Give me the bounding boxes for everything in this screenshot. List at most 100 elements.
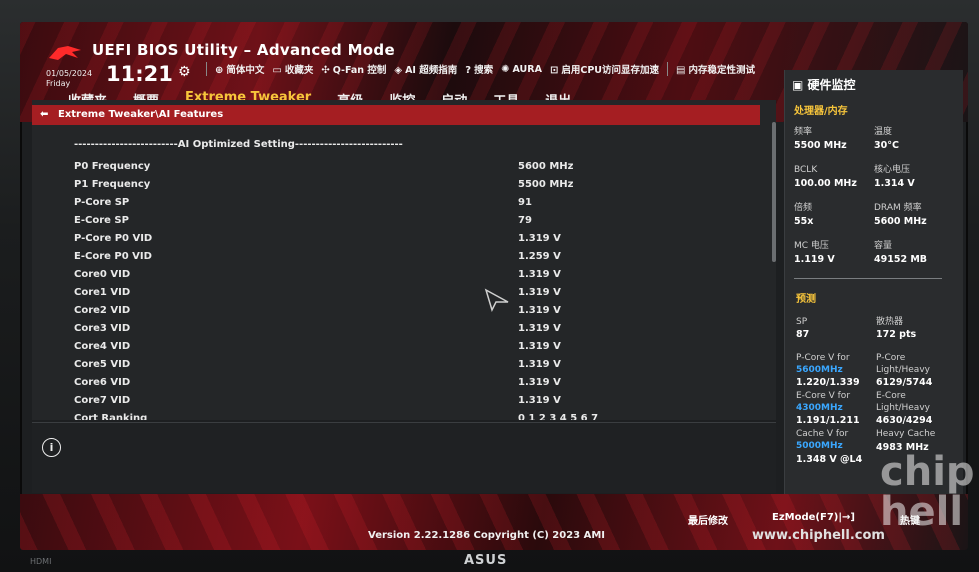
capacity-label: 容量 — [874, 241, 893, 251]
toolbar-label: AI 超频指南 — [405, 65, 458, 76]
toolbar-item-search[interactable]: ? 搜索 — [465, 62, 493, 76]
version-text: Version 2.22.1286 Copyright (C) 2023 AMI — [368, 530, 606, 541]
fan-icon: ✣ — [321, 65, 330, 76]
gear-icon[interactable]: ⚙ — [178, 64, 191, 80]
hwmon-title: ▣ 硬件监控 — [792, 76, 856, 93]
setting-row[interactable]: Core0 VID 1.319 V — [74, 266, 754, 284]
hwmon-divider — [794, 278, 942, 279]
section-header: -------------------------AI Optimized Se… — [74, 139, 403, 150]
setting-value: 1.319 V — [518, 287, 561, 298]
setting-label: Core2 VID — [74, 305, 131, 316]
bclk-value: 100.00 MHz — [794, 178, 857, 189]
setting-row[interactable]: Core6 VID 1.319 V — [74, 374, 754, 392]
memory-icon: ▤ — [676, 65, 686, 76]
temp-label: 温度 — [874, 127, 893, 137]
cpu-icon: ⊡ — [549, 65, 559, 76]
bios-screen: UEFI BIOS Utility – Advanced Mode 01/05/… — [20, 22, 968, 550]
core-voltage-value: 1.314 V — [874, 178, 915, 189]
setting-row[interactable]: Core3 VID 1.319 V — [74, 320, 754, 338]
setting-value: 0 1 2 3 4 5 6 7 — [518, 413, 599, 420]
pcore-lh-label: P-Core — [876, 353, 906, 363]
setting-label: E-Core P0 VID — [74, 251, 152, 262]
last-modified-button[interactable]: 最后修改 — [688, 512, 728, 527]
freq-label: 频率 — [794, 127, 813, 137]
setting-value: 1.319 V — [518, 377, 561, 388]
hwmon-title-text: 硬件监控 — [807, 78, 856, 92]
dram-freq-label: DRAM 频率 — [874, 203, 922, 213]
setting-value: 1.319 V — [518, 233, 561, 244]
hdmi-label: HDMI — [30, 557, 52, 566]
mc-voltage-value: 1.119 V — [794, 254, 835, 265]
ecore-lh-value: 4630/4294 — [876, 415, 933, 426]
toolbar-label: 内存稳定性测试 — [688, 65, 755, 76]
cache-v-label: Cache V for — [796, 429, 849, 439]
setting-label: Core1 VID — [74, 287, 131, 298]
settings-scrollbar[interactable] — [772, 122, 776, 262]
cache-v-freq: 5000MHz — [796, 441, 843, 451]
ecore-v-freq: 4300MHz — [796, 403, 843, 413]
toolbar-item-ai-guide[interactable]: ◈ AI 超频指南 — [394, 62, 457, 76]
setting-row[interactable]: Core5 VID 1.319 V — [74, 356, 754, 374]
ratio-label: 倍频 — [794, 203, 813, 213]
toolbar-item-resizable-bar[interactable]: ⊡ 启用CPU访问显存加速 — [550, 62, 659, 76]
date-text: 01/05/2024 — [46, 69, 93, 78]
setting-value: 1.319 V — [518, 395, 561, 406]
setting-value: 5600 MHz — [518, 161, 574, 172]
toolbar-label: AURA — [512, 63, 542, 75]
setting-label: P0 Frequency — [74, 161, 151, 172]
setting-label: P1 Frequency — [74, 179, 151, 190]
setting-row[interactable]: Core7 VID 1.319 V — [74, 392, 754, 410]
setting-value: 5500 MHz — [518, 179, 574, 190]
setting-row[interactable]: Cort Ranking 0 1 2 3 4 5 6 7 — [74, 410, 754, 420]
toolbar-item-qfan[interactable]: ✣ Q-Fan 控制 — [321, 62, 386, 76]
capacity-value: 49152 MB — [874, 254, 928, 265]
setting-value: 1.319 V — [518, 305, 561, 316]
temp-value: 30°C — [874, 140, 899, 151]
aura-icon: ✺ — [501, 63, 510, 75]
prediction-section: 预测 — [796, 294, 816, 305]
setting-label: P-Core P0 VID — [74, 233, 153, 244]
toolbar-item-aura[interactable]: ✺ AURA — [501, 64, 542, 75]
sp-label: SP — [796, 317, 808, 327]
back-arrow-icon[interactable]: ⬅ — [40, 105, 58, 125]
ecore-v-value: 1.191/1.211 — [796, 415, 860, 426]
setting-row[interactable]: E-Core SP 79 — [74, 212, 754, 230]
setting-row[interactable]: P-Core P0 VID 1.319 V — [74, 230, 754, 248]
help-panel — [32, 422, 776, 493]
toolbar-item-language[interactable]: ⊕ 简体中文 — [215, 62, 264, 76]
ezmode-button[interactable]: EzMode(F7)|→] — [772, 512, 855, 523]
pcore-v-freq: 5600MHz — [796, 365, 843, 375]
breadcrumb[interactable]: ⬅ Extreme Tweaker\AI Features — [32, 105, 760, 125]
setting-row[interactable]: E-Core P0 VID 1.259 V — [74, 248, 754, 266]
setting-label: Core6 VID — [74, 377, 131, 388]
chiphell-watermark-logo: chip hell — [880, 449, 975, 535]
setting-row[interactable]: P0 Frequency 5600 MHz — [74, 158, 754, 176]
setting-row[interactable]: P-Core SP 91 — [74, 194, 754, 212]
setting-label: Core5 VID — [74, 359, 131, 370]
weekday-text: Friday — [46, 79, 71, 88]
cooler-label: 散热器 — [876, 317, 904, 327]
bclk-label: BCLK — [794, 165, 818, 175]
chiphell-watermark-url: www.chiphell.com — [752, 528, 885, 543]
toolbar-divider — [667, 62, 668, 76]
setting-row[interactable]: Core4 VID 1.319 V — [74, 338, 754, 356]
setting-row[interactable]: Core1 VID 1.319 V — [74, 284, 754, 302]
monitor-icon: ▣ — [792, 78, 808, 92]
info-icon: i — [42, 438, 61, 457]
toolbar-label: 启用CPU访问显存加速 — [561, 65, 659, 76]
setting-label: Core4 VID — [74, 341, 131, 352]
dram-freq-value: 5600 MHz — [874, 216, 927, 227]
setting-row[interactable]: Core2 VID 1.319 V — [74, 302, 754, 320]
setting-label: E-Core SP — [74, 215, 129, 226]
toolbar-item-memtest[interactable]: ▤ 内存稳定性测试 — [676, 62, 755, 76]
freq-value: 5500 MHz — [794, 140, 847, 151]
mc-voltage-label: MC 电压 — [794, 241, 829, 251]
toolbar-label: Q-Fan 控制 — [332, 65, 387, 76]
cache-v-value: 1.348 V @L4 — [796, 454, 863, 465]
setting-row[interactable]: P1 Frequency 5500 MHz — [74, 176, 754, 194]
asus-logo: ASUS — [464, 553, 508, 568]
cooler-value: 172 pts — [876, 329, 917, 340]
setting-value: 79 — [518, 215, 532, 226]
toolbar-item-favorites[interactable]: ▭ 收藏夹 — [272, 62, 313, 76]
setting-label: Core7 VID — [74, 395, 131, 406]
